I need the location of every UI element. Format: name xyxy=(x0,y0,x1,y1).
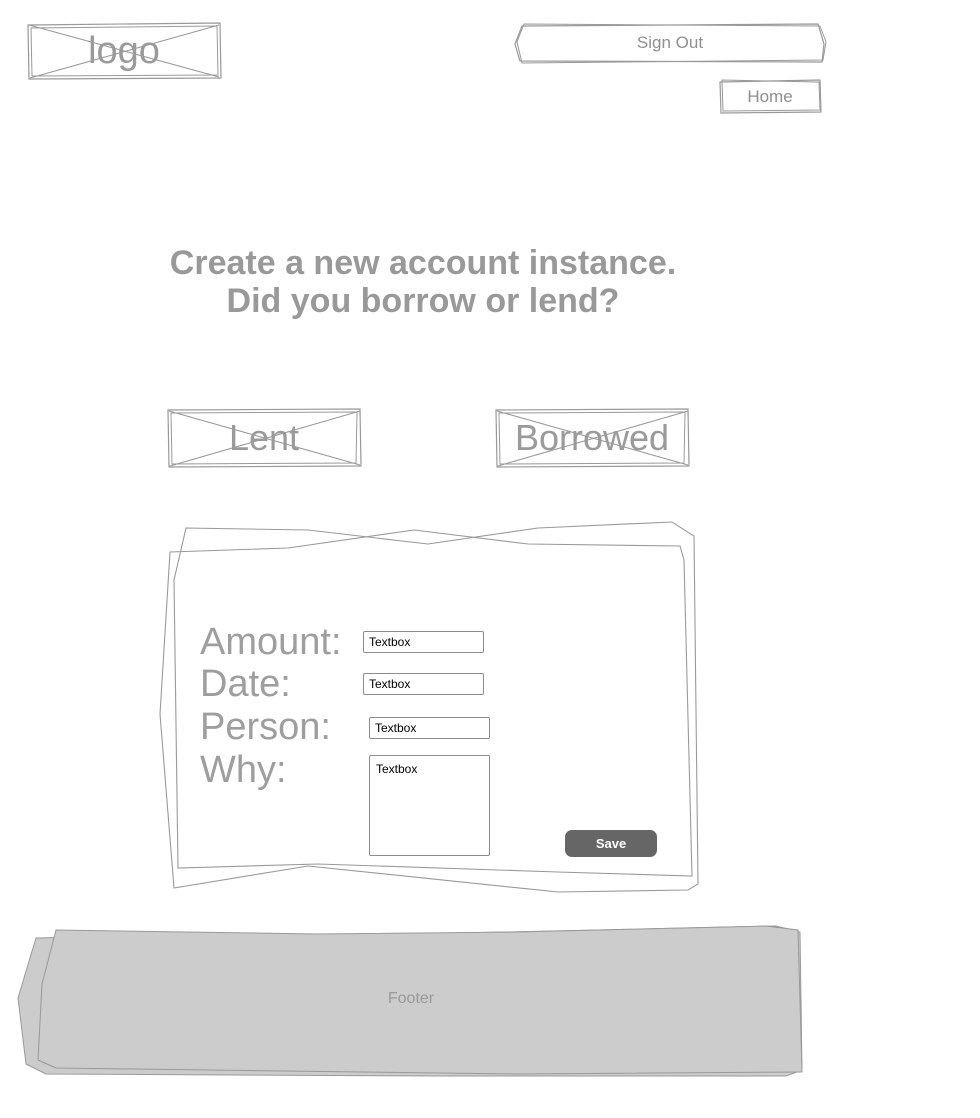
footer-label: Footer xyxy=(387,990,435,1007)
date-input[interactable] xyxy=(363,673,484,695)
save-button[interactable]: Save xyxy=(565,830,657,857)
logo-text: logo xyxy=(88,29,160,72)
footer: Footer xyxy=(16,924,806,1080)
date-label: Date: xyxy=(200,663,291,705)
amount-label: Amount: xyxy=(200,621,342,663)
why-label: Why: xyxy=(200,749,287,791)
lent-option-label: Lent xyxy=(228,417,300,458)
borrowed-option[interactable]: Borrowed xyxy=(494,408,690,468)
borrowed-option-label: Borrowed xyxy=(514,417,670,458)
home-button[interactable]: Home xyxy=(718,79,822,114)
why-textarea[interactable] xyxy=(369,755,490,856)
person-input[interactable] xyxy=(369,717,490,739)
sign-out-button[interactable]: Sign Out xyxy=(514,22,827,64)
home-button-label: Home xyxy=(747,86,793,106)
person-label: Person: xyxy=(200,706,331,748)
logo: logo xyxy=(26,22,222,80)
sign-out-button-label: Sign Out xyxy=(636,33,704,52)
page-title-line-2: Did you borrow or lend? xyxy=(226,282,620,320)
page-title-line-1: Create a new account instance. xyxy=(169,244,677,282)
lent-option[interactable]: Lent xyxy=(166,408,362,468)
page-title: Create a new account instance. Did you b… xyxy=(120,244,726,320)
amount-input[interactable] xyxy=(363,631,484,653)
